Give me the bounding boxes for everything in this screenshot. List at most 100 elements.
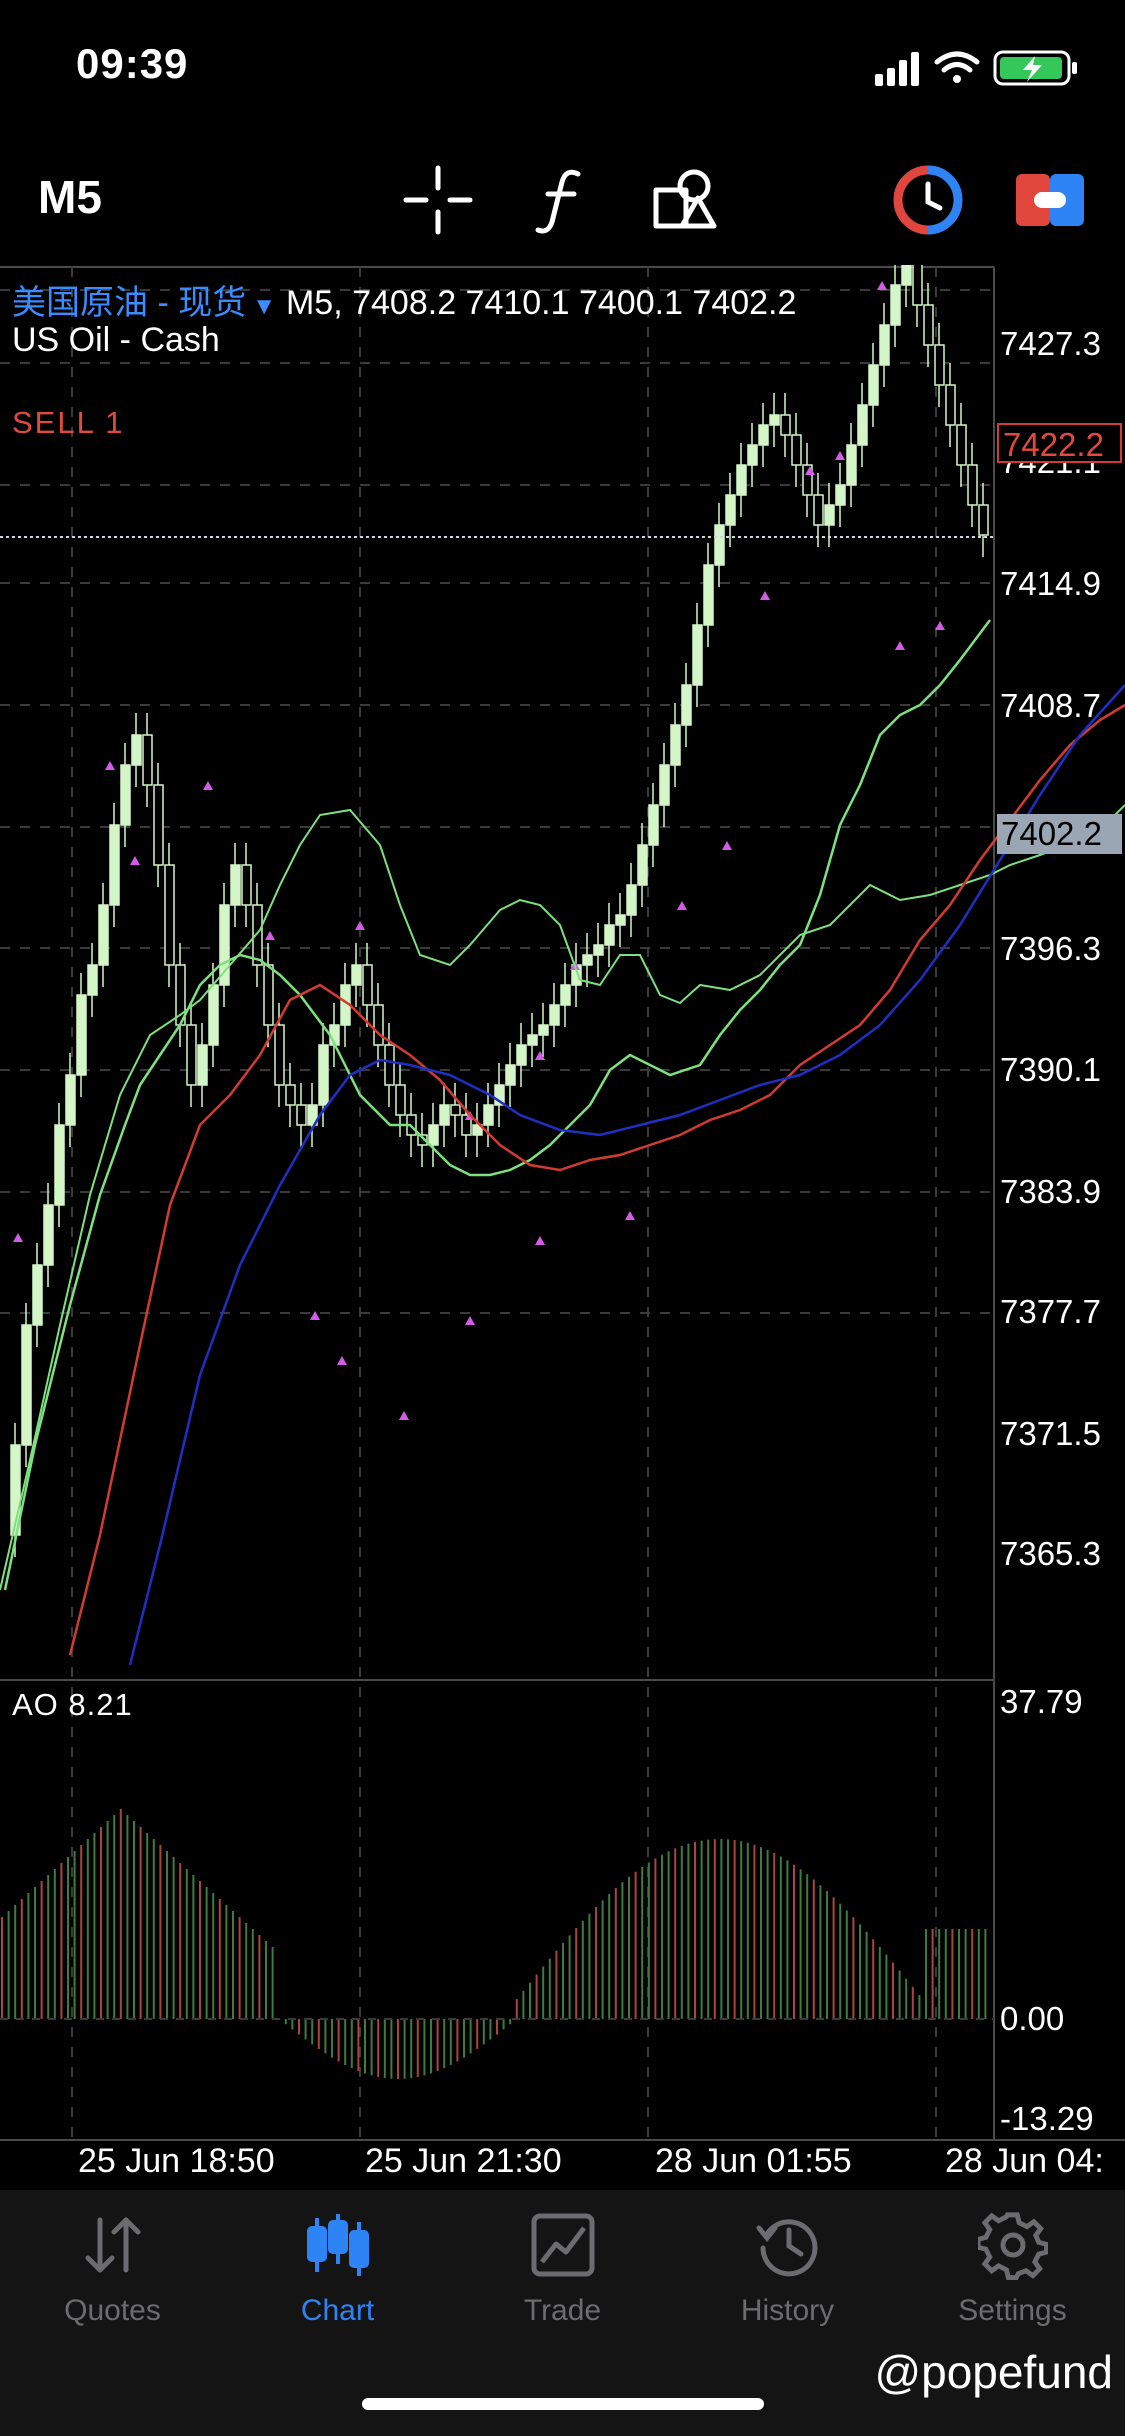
fractal-marker xyxy=(130,856,140,865)
candle-body xyxy=(604,924,615,946)
quotes-icon xyxy=(85,2217,140,2273)
candle-body xyxy=(824,504,835,526)
sell-order-price-badge: 7422.2 xyxy=(997,423,1122,463)
candle-body xyxy=(626,884,637,916)
candle-body xyxy=(241,864,252,906)
fractal-marker xyxy=(935,621,945,630)
candle-body xyxy=(87,964,98,996)
chart-grid xyxy=(0,267,994,2140)
tab-settings[interactable]: Settings xyxy=(900,2210,1125,2360)
time-label: 28 Jun 01:55 xyxy=(655,2142,852,2180)
candle-body xyxy=(978,504,989,536)
tab-trade[interactable]: Trade xyxy=(450,2210,675,2360)
price-chart[interactable] xyxy=(0,265,1125,2145)
candle-body xyxy=(384,1044,395,1086)
candle-body xyxy=(32,1264,43,1326)
battery-charging-icon xyxy=(993,50,1077,86)
time-label: 25 Jun 21:30 xyxy=(365,2142,562,2180)
time-label: 28 Jun 04: xyxy=(945,2142,1104,2180)
time-label: 25 Jun 18:50 xyxy=(78,2142,275,2180)
price-tick: 7414.9 xyxy=(1000,565,1101,602)
candle-body xyxy=(736,464,747,496)
candle-body xyxy=(516,1044,527,1066)
candle-body xyxy=(593,944,604,956)
candle-body xyxy=(54,1124,65,1206)
price-tick: 7365.3 xyxy=(1000,1535,1101,1572)
candle-body xyxy=(868,364,879,406)
price-tick: 7390.1 xyxy=(1000,1051,1101,1088)
account-toggle-icon[interactable] xyxy=(1010,160,1090,240)
symbol-header[interactable]: 美国原油 - 现货 ▼ M5, 7408.2 7410.1 7400.1 7402.… xyxy=(12,275,796,324)
fractal-marker xyxy=(677,901,687,910)
symbol-dropdown-icon[interactable]: ▼ xyxy=(252,293,276,320)
candle-body xyxy=(967,464,978,506)
chart-area[interactable]: 美国原油 - 现货 ▼ M5, 7408.2 7410.1 7400.1 7402.… xyxy=(0,265,1125,2180)
one-click-trading-icon[interactable] xyxy=(888,160,968,240)
candle-body xyxy=(725,494,736,526)
tab-history[interactable]: History xyxy=(675,2210,900,2360)
sell-order-label[interactable]: SELL 1 xyxy=(12,405,125,441)
ma-mid-line xyxy=(68,703,1125,1656)
fractal-marker xyxy=(337,1356,347,1365)
candle-body xyxy=(197,1044,208,1086)
ohlc-values: M5, 7408.2 7410.1 7400.1 7402.2 xyxy=(285,284,797,322)
candle-body xyxy=(681,684,692,726)
fractal-marker xyxy=(625,1211,635,1220)
candle-body xyxy=(109,824,120,906)
candle-body xyxy=(560,984,571,1006)
candle-body xyxy=(252,904,263,966)
candle-body xyxy=(43,1204,54,1266)
fractal-marker xyxy=(355,921,365,930)
ao-tick: 37.79 xyxy=(1000,1683,1083,1720)
function-icon[interactable] xyxy=(522,160,602,240)
tab-quotes[interactable]: Quotes xyxy=(0,2210,225,2360)
candle-body xyxy=(142,734,153,786)
fractal-marker xyxy=(310,1311,320,1320)
ao-tick: 0.00 xyxy=(1000,2000,1065,2037)
candle-body xyxy=(549,1004,560,1026)
candle-body xyxy=(846,444,857,486)
candle-body xyxy=(879,324,890,366)
candle-body xyxy=(285,1084,296,1106)
current-price-badge: 7402.2 xyxy=(997,814,1122,854)
candle-body xyxy=(186,1024,197,1086)
timeframe-button[interactable]: M5 xyxy=(38,170,102,224)
candle-body xyxy=(615,914,626,926)
candle-body xyxy=(813,494,824,526)
candle-body xyxy=(351,964,362,986)
candle-body xyxy=(164,864,175,966)
candle-body xyxy=(153,784,164,866)
symbol-name[interactable]: 美国原油 - 现货 xyxy=(12,284,246,322)
candle-body xyxy=(274,1024,285,1086)
candle-body xyxy=(923,304,934,346)
candle-body xyxy=(714,524,725,566)
settings-icon xyxy=(977,2212,1048,2280)
candle-body xyxy=(373,1004,384,1046)
tab-settings-label: Settings xyxy=(958,2294,1067,2327)
fractal-markers xyxy=(13,281,945,1420)
ma-slow-line xyxy=(128,684,1125,1666)
status-time: 09:39 xyxy=(76,40,189,87)
candle-body xyxy=(395,1084,406,1116)
candle-body xyxy=(670,724,681,766)
tab-trade-label: Trade xyxy=(523,2294,602,2327)
candle-body xyxy=(747,444,758,466)
candle-body xyxy=(120,764,131,826)
objects-icon[interactable] xyxy=(646,160,726,240)
fractal-marker xyxy=(265,931,275,940)
fractal-marker xyxy=(760,591,770,600)
candle-body xyxy=(791,434,802,466)
candle-body xyxy=(901,265,912,286)
candle-body xyxy=(956,424,967,466)
candle-body xyxy=(538,1024,549,1036)
candle-body xyxy=(428,1124,439,1146)
fractal-marker xyxy=(105,761,115,770)
home-indicator[interactable] xyxy=(362,2398,764,2410)
tab-history-label: History xyxy=(740,2294,835,2327)
candle-body xyxy=(505,1064,516,1086)
crosshair-icon[interactable] xyxy=(398,160,478,240)
tab-chart[interactable]: Chart xyxy=(225,2210,450,2360)
chart-toolbar: M5 xyxy=(0,140,1125,255)
candle-body xyxy=(769,414,780,426)
price-tick: 7377.7 xyxy=(1000,1293,1101,1330)
